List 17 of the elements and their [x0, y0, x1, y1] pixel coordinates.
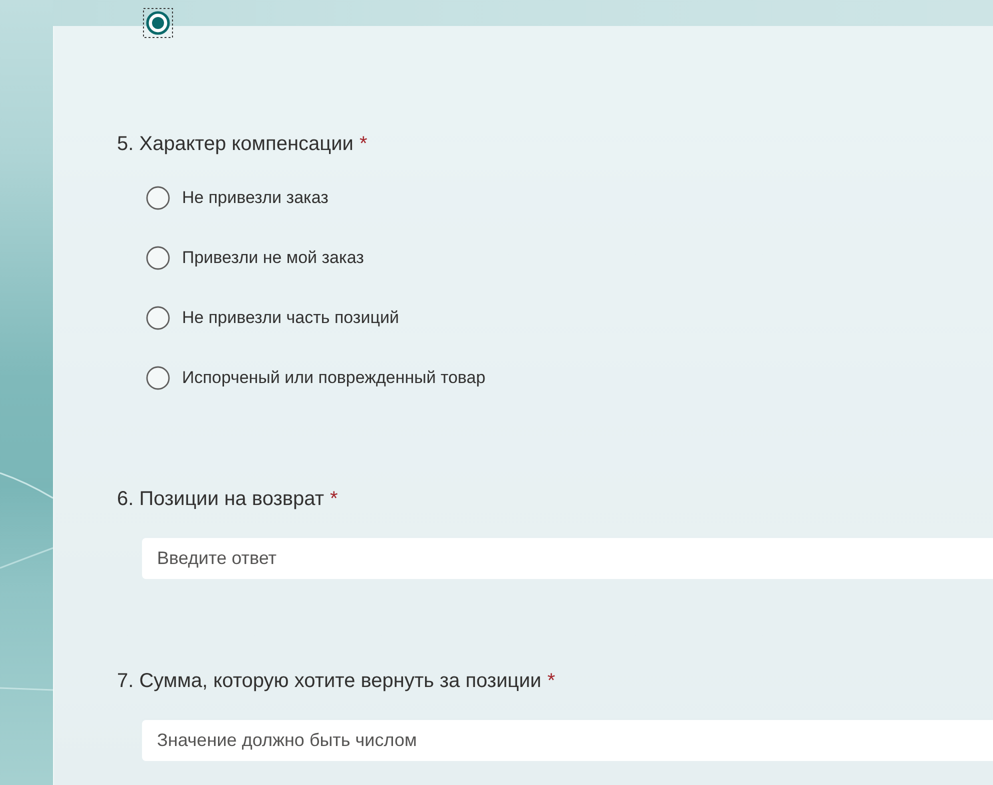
- required-asterisk: *: [330, 487, 338, 512]
- option-label[interactable]: Привезли не мой заказ: [182, 248, 364, 268]
- question-title: 7. Сумма, которую хотите вернуть за позиции: [117, 669, 542, 694]
- option-label[interactable]: Не привезли часть позиций: [182, 308, 399, 328]
- option-label[interactable]: Не привезли заказ: [182, 188, 328, 208]
- question-title: 5. Характер компенсации: [117, 132, 354, 157]
- option-label[interactable]: Испорченый или поврежденный товар: [182, 368, 486, 388]
- required-asterisk: *: [547, 669, 556, 694]
- answer-field[interactable]: Введите ответ: [142, 538, 993, 579]
- radio-button[interactable]: [146, 246, 170, 270]
- radio-button[interactable]: [146, 186, 170, 210]
- radio-button[interactable]: [146, 306, 170, 330]
- required-asterisk: *: [359, 132, 368, 157]
- radio-button[interactable]: [146, 366, 170, 390]
- question-title: 6. Позиции на возврат: [117, 487, 324, 512]
- radio-button[interactable]: [143, 8, 173, 38]
- answer-field[interactable]: Значение должно быть числом: [142, 720, 993, 761]
